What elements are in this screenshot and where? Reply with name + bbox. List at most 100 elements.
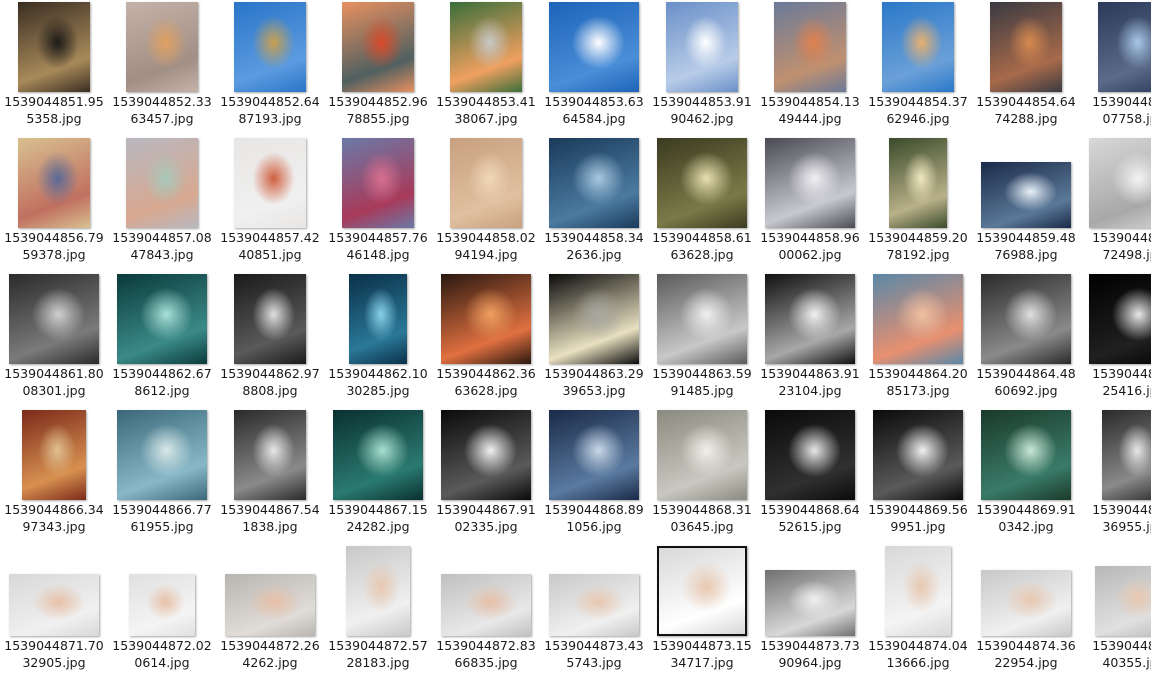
image-thumbnail[interactable] (342, 2, 414, 92)
image-thumbnail[interactable] (1098, 2, 1151, 92)
file-item[interactable]: 1539044858.61 63628.jpg (648, 136, 756, 270)
file-item[interactable]: 1539044862.67 8612.jpg (108, 272, 216, 406)
file-item[interactable]: 1539044863.29 39653.jpg (540, 272, 648, 406)
file-item[interactable]: 1539044852.33 63457.jpg (108, 0, 216, 134)
image-thumbnail[interactable] (990, 2, 1062, 92)
image-thumbnail[interactable] (234, 138, 306, 228)
file-item[interactable]: 1539044863.59 91485.jpg (648, 272, 756, 406)
image-thumbnail[interactable] (18, 138, 90, 228)
image-thumbnail[interactable] (117, 410, 207, 500)
file-item[interactable]: 1539044864. 25416.jpg (1080, 272, 1151, 406)
image-thumbnail[interactable] (1095, 566, 1151, 636)
file-item[interactable]: 1539044853.41 38067.jpg (432, 0, 540, 134)
image-thumbnail[interactable] (885, 546, 951, 636)
file-item[interactable]: 1539044853.91 90462.jpg (648, 0, 756, 134)
image-thumbnail[interactable] (234, 410, 306, 500)
image-thumbnail[interactable] (129, 574, 195, 636)
file-item[interactable]: 1539044858.34 2636.jpg (540, 136, 648, 270)
file-item[interactable]: 1539044864.48 60692.jpg (972, 272, 1080, 406)
file-item[interactable]: 1539044874.36 22954.jpg (972, 544, 1080, 678)
file-item[interactable]: 1539044869.56 9951.jpg (864, 408, 972, 542)
image-thumbnail[interactable] (765, 138, 855, 228)
file-item[interactable]: 1539044868.64 52615.jpg (756, 408, 864, 542)
file-item[interactable]: 1539044858.96 00062.jpg (756, 136, 864, 270)
image-thumbnail[interactable] (882, 2, 954, 92)
image-thumbnail[interactable] (666, 2, 738, 92)
image-thumbnail[interactable] (117, 274, 207, 364)
file-item[interactable]: 1539044863.91 23104.jpg (756, 272, 864, 406)
image-thumbnail[interactable] (1089, 138, 1151, 228)
file-item[interactable]: 1539044853.63 64584.jpg (540, 0, 648, 134)
image-thumbnail[interactable] (873, 274, 963, 364)
file-item[interactable]: 1539044858.02 94194.jpg (432, 136, 540, 270)
image-thumbnail[interactable] (450, 138, 522, 228)
image-thumbnail[interactable] (9, 274, 99, 364)
file-item[interactable]: 1539044859. 72498.jpg (1080, 136, 1151, 270)
file-item[interactable]: 1539044859.20 78192.jpg (864, 136, 972, 270)
image-thumbnail[interactable] (549, 274, 639, 364)
image-thumbnail[interactable] (549, 138, 639, 228)
image-thumbnail[interactable] (765, 410, 855, 500)
image-thumbnail[interactable] (342, 138, 414, 228)
file-item[interactable]: 1539044861.80 08301.jpg (0, 272, 108, 406)
image-thumbnail[interactable] (889, 138, 947, 228)
file-item[interactable]: 1539044857.42 40851.jpg (216, 136, 324, 270)
file-item[interactable]: 1539044869.91 0342.jpg (972, 408, 1080, 542)
image-thumbnail[interactable] (657, 546, 747, 636)
image-thumbnail[interactable] (1089, 274, 1151, 364)
file-item[interactable]: 1539044852.64 87193.jpg (216, 0, 324, 134)
file-item[interactable]: 1539044862.10 30285.jpg (324, 272, 432, 406)
file-item[interactable]: 1539044862.97 8808.jpg (216, 272, 324, 406)
image-thumbnail[interactable] (22, 410, 86, 500)
file-item[interactable]: 1539044866.77 61955.jpg (108, 408, 216, 542)
file-item[interactable]: 1539044859.48 76988.jpg (972, 136, 1080, 270)
file-item[interactable]: 1539044872.02 0614.jpg (108, 544, 216, 678)
image-thumbnail[interactable] (346, 546, 410, 636)
image-thumbnail[interactable] (549, 574, 639, 636)
image-thumbnail[interactable] (18, 2, 90, 92)
file-item[interactable]: 1539044874. 40355.jpg (1080, 544, 1151, 678)
image-thumbnail[interactable] (657, 274, 747, 364)
image-thumbnail[interactable] (349, 274, 407, 364)
file-item[interactable]: 1539044866.34 97343.jpg (0, 408, 108, 542)
image-thumbnail[interactable] (981, 274, 1071, 364)
image-thumbnail[interactable] (549, 2, 639, 92)
file-item[interactable]: 1539044872.57 28183.jpg (324, 544, 432, 678)
image-thumbnail[interactable] (441, 410, 531, 500)
file-item[interactable]: 1539044867.91 02335.jpg (432, 408, 540, 542)
file-item[interactable]: 1539044862.36 63628.jpg (432, 272, 540, 406)
image-thumbnail[interactable] (657, 410, 747, 500)
image-thumbnail[interactable] (765, 570, 855, 636)
image-thumbnail[interactable] (9, 574, 99, 636)
file-item[interactable]: 1539044864.20 85173.jpg (864, 272, 972, 406)
image-thumbnail[interactable] (234, 274, 306, 364)
file-item[interactable]: 1539044872.26 4262.jpg (216, 544, 324, 678)
image-thumbnail[interactable] (765, 274, 855, 364)
image-thumbnail[interactable] (450, 2, 522, 92)
image-thumbnail[interactable] (549, 410, 639, 500)
file-item[interactable]: 1539044867.54 1838.jpg (216, 408, 324, 542)
file-item[interactable]: 1539044854.64 74288.jpg (972, 0, 1080, 134)
image-thumbnail[interactable] (441, 574, 531, 636)
file-item[interactable]: 1539044872.83 66835.jpg (432, 544, 540, 678)
file-item[interactable]: 1539044874.04 13666.jpg (864, 544, 972, 678)
file-item[interactable]: 1539044868.89 1056.jpg (540, 408, 648, 542)
file-item[interactable]: 1539044854.37 62946.jpg (864, 0, 972, 134)
image-thumbnail[interactable] (981, 162, 1071, 228)
image-thumbnail[interactable] (981, 410, 1071, 500)
image-thumbnail[interactable] (126, 138, 198, 228)
file-item[interactable]: 1539044854.13 49444.jpg (756, 0, 864, 134)
image-thumbnail[interactable] (774, 2, 846, 92)
image-thumbnail[interactable] (126, 2, 198, 92)
image-thumbnail[interactable] (234, 2, 306, 92)
image-thumbnail[interactable] (873, 410, 963, 500)
file-item[interactable]: 1539044871.70 32905.jpg (0, 544, 108, 678)
file-item[interactable]: 1539044855. 07758.jpg (1080, 0, 1151, 134)
file-item[interactable]: 1539044873.73 90964.jpg (756, 544, 864, 678)
file-item[interactable]: 1539044857.08 47843.jpg (108, 136, 216, 270)
file-item[interactable]: 1539044852.96 78855.jpg (324, 0, 432, 134)
image-thumbnail[interactable] (225, 574, 315, 636)
file-item[interactable]: 1539044851.95 5358.jpg (0, 0, 108, 134)
image-thumbnail[interactable] (333, 410, 423, 500)
file-item[interactable]: 1539044873.15 34717.jpg (648, 544, 756, 678)
